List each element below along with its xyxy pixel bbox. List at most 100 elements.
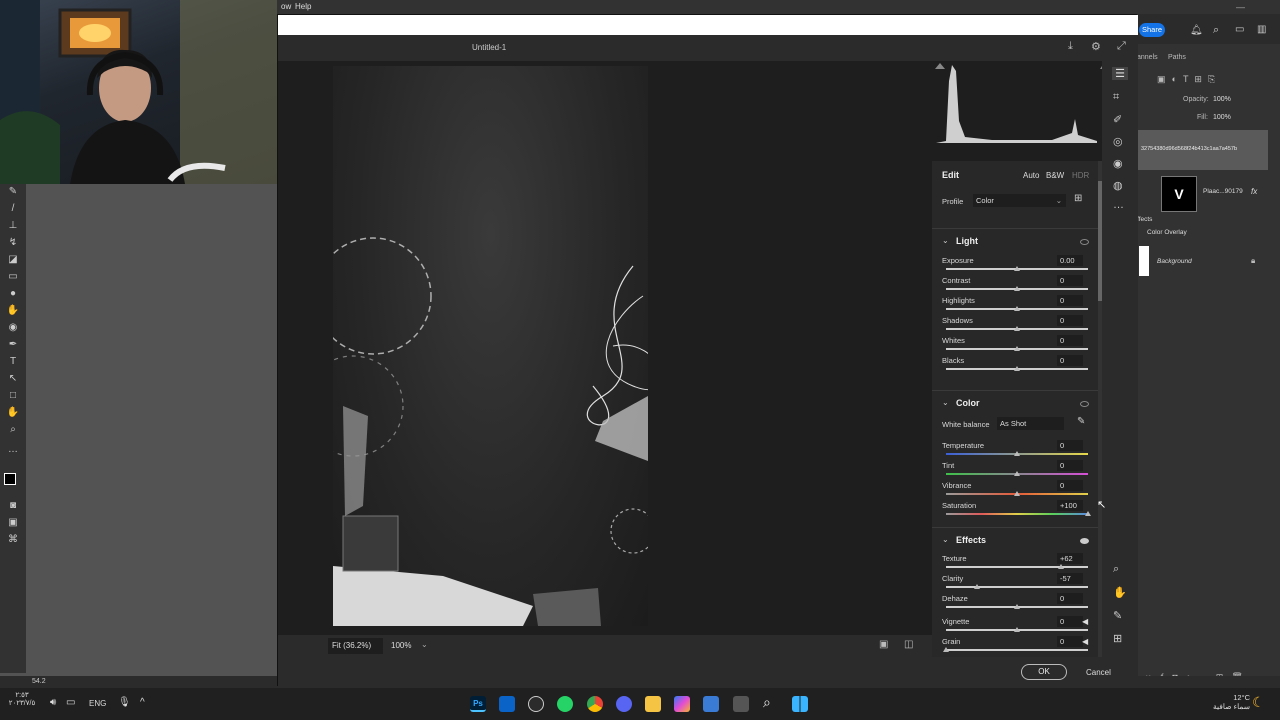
cancel-button[interactable]: Cancel [1086,668,1111,677]
menu-window[interactable]: ow [281,2,291,11]
more-tools-icon[interactable]: … [6,443,20,457]
slider-value-field[interactable]: +62 [1057,553,1083,564]
pen-tool-icon[interactable]: ✒ [6,338,20,352]
foreground-color-swatch[interactable] [4,473,16,485]
network-icon[interactable]: ▭ [66,697,75,708]
clock[interactable]: ٢:٥٣ ٢٠٢٣/٧/٥ [4,691,40,707]
slider-thumb[interactable] [1085,511,1091,516]
slider-value-field[interactable]: 0 [1057,295,1083,306]
gradient-tool-icon[interactable]: ▭ [6,270,20,284]
photoshop-app-icon[interactable]: Ps [470,696,486,712]
eye-icon[interactable] [1080,401,1089,407]
white-balance-dropdown[interactable]: As Shot [997,417,1064,430]
zoom-tool-icon[interactable]: ⌕ [6,423,20,437]
minimize-icon[interactable]: — [1236,2,1245,12]
slider-thumb[interactable] [1014,604,1020,609]
slider-thumb[interactable] [1014,346,1020,351]
chevron-down-icon[interactable]: ⌄ [942,535,949,544]
hand-tool-icon[interactable]: ✋ [6,406,20,420]
tab-channels[interactable]: annels [1137,54,1158,61]
sampler-icon[interactable]: ✎ [1113,609,1122,622]
bell-icon[interactable]: 🔔︎ [1190,25,1203,36]
slider-thumb[interactable] [1014,266,1020,271]
sponge-tool-icon[interactable]: ◉ [6,321,20,335]
file-explorer-icon[interactable] [645,696,661,712]
fullscreen-icon[interactable]: ⤢ [1117,40,1126,53]
opacity-value[interactable]: 100% [1213,96,1231,103]
workspace-icon[interactable]: ▭ [1235,24,1244,35]
share-button[interactable]: Share [1139,23,1165,37]
search-icon[interactable]: ⌕ [1213,24,1219,37]
presets-icon[interactable]: ◍ [1113,179,1123,192]
masking-icon[interactable]: ◎ [1113,135,1123,148]
layer-filter-icons[interactable]: ▣◐T⊞⎘ [1157,74,1221,85]
dodge-tool-icon[interactable]: ✋ [6,304,20,318]
slider-thumb[interactable] [973,584,980,589]
slider-thumb[interactable] [1014,286,1020,291]
layer-row-smart[interactable]: V Plaac...90179 fx [1137,174,1268,214]
save-icon[interactable]: ⤓ [1068,40,1073,53]
copilot-app-icon[interactable] [674,696,690,712]
slider-track[interactable] [946,586,1088,588]
search-icon[interactable]: ⌕ [763,694,771,711]
slider-value-field[interactable]: 0 [1057,460,1083,471]
more-icon[interactable]: … [1113,199,1124,211]
menu-help[interactable]: Help [295,2,311,11]
slider-thumb[interactable] [943,647,949,652]
slider-value-field[interactable]: 0 [1057,335,1083,346]
chevron-down-icon[interactable]: ⌄ [942,398,949,407]
screen-mode-icon[interactable]: ▣ [6,516,20,530]
weather-widget[interactable]: 12°C سماء صافية [1196,693,1250,711]
eraser-tool-icon[interactable]: ◪ [6,253,20,267]
zoom-level[interactable]: 100% [391,641,411,650]
slider-value-field[interactable]: 0 [1057,480,1083,491]
layer-row-selected[interactable]: 32754380d96d568f24b413c1aa7a457b [1137,130,1268,170]
slider-thumb[interactable] [1014,471,1020,476]
gear-icon[interactable]: ⚙ [1091,40,1101,53]
effects-section-heading[interactable]: Effects [956,535,986,545]
store-app-icon[interactable] [703,696,719,712]
image-preview-area[interactable] [278,61,932,635]
slider-thumb[interactable] [1014,366,1020,371]
single-view-icon[interactable]: ▣ [879,639,888,650]
volume-icon[interactable]: 🔊︎ [50,697,56,708]
slider-value-field[interactable]: 0.00 [1057,255,1083,266]
healing-icon[interactable]: ✐ [1113,113,1122,126]
microphone-icon[interactable]: 🎙︎ [118,697,131,708]
slider-value-field[interactable]: 0 [1057,440,1083,451]
slider-value-field[interactable]: 0 [1057,275,1083,286]
stamp-tool-icon[interactable]: ⊥ [6,219,20,233]
grid-icon[interactable]: ⊞ [1113,632,1122,645]
fx-badge[interactable]: fx [1251,187,1257,196]
quick-mask-icon[interactable]: ◙ [6,499,20,513]
slider-value-field[interactable]: -57 [1057,573,1083,584]
slider-value-field[interactable]: 0 [1057,636,1083,647]
slider-thumb[interactable] [1014,491,1020,496]
chevron-up-icon[interactable]: ^ [140,697,145,708]
slider-track[interactable] [946,649,1088,651]
expand-triangle-icon[interactable]: ◀ [1082,637,1088,646]
discord-app-icon[interactable] [616,696,632,712]
eyedropper-icon[interactable]: ✎ [1077,416,1085,427]
app-window-icon[interactable] [499,696,515,712]
extras-icon[interactable]: ⌘ [6,533,20,547]
fit-zoom-dropdown[interactable]: Fit (36.2%) [328,638,383,654]
eye-icon[interactable] [1080,538,1089,544]
path-select-icon[interactable]: ↖ [6,372,20,386]
whatsapp-app-icon[interactable] [557,696,573,712]
slider-value-field[interactable]: 0 [1057,315,1083,326]
blur-tool-icon[interactable]: ● [6,287,20,301]
red-eye-icon[interactable]: ◉ [1113,157,1123,170]
slider-thumb[interactable] [1014,627,1020,632]
history-brush-icon[interactable]: ↯ [6,236,20,250]
slider-value-field[interactable]: +100 [1057,500,1083,511]
slider-value-field[interactable]: 0 [1057,616,1083,627]
eye-icon[interactable] [1080,239,1089,245]
slider-thumb[interactable] [1058,564,1065,569]
slider-value-field[interactable]: 0 [1057,593,1083,604]
ok-button[interactable]: OK [1021,664,1067,680]
color-section-heading[interactable]: Color [956,398,980,408]
hand-icon[interactable]: ✋ [1113,586,1127,599]
windows-start-icon[interactable] [792,696,808,712]
tab-paths[interactable]: Paths [1168,54,1186,61]
